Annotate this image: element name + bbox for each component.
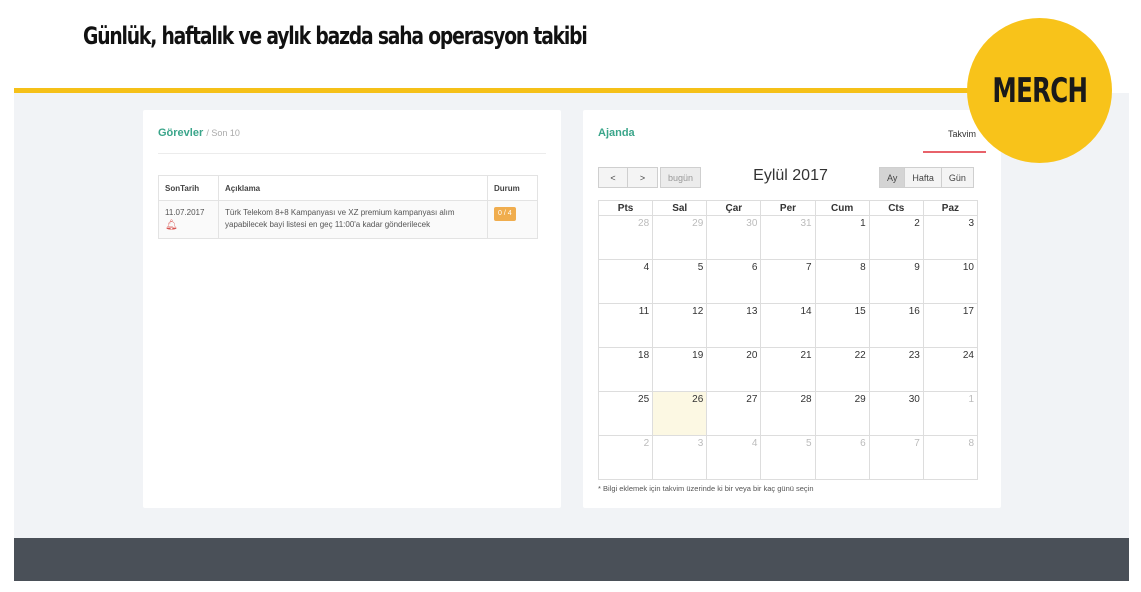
calendar-day-cell[interactable]: 29 (652, 215, 708, 260)
calendar-week-row: 25 26 27 28 29 30 1 (597, 391, 979, 436)
calendar-day-cell[interactable]: 5 (760, 435, 816, 480)
tasks-title: Görevler / Son 10 (158, 127, 240, 139)
calendar-day-cell[interactable]: 27 (706, 391, 762, 436)
weekday-header: Cts (868, 200, 924, 216)
calendar-day-cell[interactable]: 25 (597, 391, 654, 436)
calendar-day-cell[interactable]: 28 (597, 215, 654, 260)
calendar-day-cell[interactable]: 6 (814, 435, 870, 480)
calendar-day-cell[interactable]: 15 (814, 303, 870, 348)
merch-badge: MERCH (967, 18, 1112, 163)
agenda-panel: Ajanda Takvim < > bugün Eylül 2017 Ay Ha… (583, 110, 1001, 508)
month-calendar: Pts Sal Çar Per Cum Cts Paz 28 29 30 31 1 2 3 4 5 6 7 8 9 1… (597, 200, 979, 480)
calendar-hint: * Bilgi eklemek için takvim üzerinde ki … (598, 484, 814, 493)
col-header-date[interactable]: SonTarih (158, 175, 219, 201)
calendar-day-cell[interactable]: 6 (706, 259, 762, 304)
calendar-day-cell[interactable]: 5 (652, 259, 708, 304)
calendar-week-row: 2345678 (597, 435, 979, 480)
weekday-header: Çar (706, 200, 762, 216)
calendar-day-cell[interactable]: 20 (706, 347, 762, 392)
calendar-week-row: 11 12 13 14 15 16 17 (597, 303, 979, 348)
calendar-day-cell[interactable]: 14 (760, 303, 816, 348)
table-row[interactable]: 11.07.2017 🔔︎ Türk Telekom 8+8 Kampanyas… (158, 200, 538, 239)
calendar-day-cell[interactable]: 17 (922, 303, 979, 348)
tasks-divider (158, 153, 546, 154)
weekday-header: Cum (814, 200, 870, 216)
calendar-day-cell[interactable]: 19 (652, 347, 708, 392)
badge-text: MERCH (992, 70, 1088, 111)
calendar-day-cell[interactable]: 26 (652, 391, 708, 436)
calendar-day-cell[interactable]: 29 (814, 391, 870, 436)
bell-icon: 🔔︎ (165, 220, 178, 231)
calendar-month-title: Eylül 2017 (753, 167, 828, 184)
calendar-day-cell[interactable]: 1 (922, 391, 979, 436)
calendar-day-cell[interactable]: 31 (760, 215, 816, 260)
calendar-day-cell[interactable]: 24 (922, 347, 979, 392)
calendar-week-row: 28 29 30 31 1 2 3 (597, 215, 979, 260)
calendar-day-cell[interactable]: 16 (868, 303, 924, 348)
status-badge: 0 / 4 (494, 207, 516, 221)
calendar-day-cell[interactable]: 21 (760, 347, 816, 392)
calendar-day-cell[interactable]: 1 (814, 215, 870, 260)
agenda-title: Ajanda (598, 127, 635, 139)
calendar-nav: < > bugün (598, 167, 702, 188)
calendar-day-cell[interactable]: 9 (868, 259, 924, 304)
view-day-button[interactable]: Gün (941, 167, 974, 188)
calendar-day-cell[interactable]: 30 (868, 391, 924, 436)
calendar-view-switcher: Ay Hafta Gün (879, 167, 974, 188)
calendar-day-cell[interactable]: 23 (868, 347, 924, 392)
calendar-day-cell[interactable]: 2 (868, 215, 924, 260)
calendar-day-cell[interactable]: 10 (922, 259, 979, 304)
task-status-cell: 0 / 4 (487, 200, 538, 239)
calendar-day-cell[interactable]: 30 (706, 215, 762, 260)
weekday-header: Sal (652, 200, 708, 216)
calendar-week-row: 4 5 6 7 8 9 10 (597, 259, 979, 304)
view-week-button[interactable]: Hafta (905, 167, 942, 188)
calendar-day-cell[interactable]: 4 (597, 259, 654, 304)
view-month-button[interactable]: Ay (879, 167, 906, 188)
task-description: Türk Telekom 8+8 Kampanyası ve XZ premiu… (218, 200, 488, 239)
calendar-day-cell[interactable]: 7 (868, 435, 924, 480)
calendar-day-cell[interactable]: 11 (597, 303, 654, 348)
task-date-cell: 11.07.2017 🔔︎ (158, 200, 219, 239)
tasks-subtitle: / Son 10 (206, 128, 240, 138)
task-date: 11.07.2017 (165, 208, 205, 217)
tab-takvim[interactable]: Takvim (948, 129, 976, 139)
calendar-day-cell[interactable]: 18 (597, 347, 654, 392)
prev-month-button[interactable]: < (598, 167, 628, 188)
calendar-day-cell[interactable]: 2 (597, 435, 654, 480)
col-header-description[interactable]: Açıklama (218, 175, 488, 201)
tab-active-indicator (923, 151, 986, 153)
weekday-header: Paz (922, 200, 979, 216)
calendar-day-cell[interactable]: 3 (922, 215, 979, 260)
calendar-week-row: 18 19 20 21 22 23 24 (597, 347, 979, 392)
calendar-day-cell[interactable]: 8 (922, 435, 979, 480)
slide: Günlük, haftalık ve aylık bazda saha ope… (0, 0, 1141, 592)
calendar-day-cell[interactable]: 7 (760, 259, 816, 304)
calendar-day-cell[interactable]: 8 (814, 259, 870, 304)
slide-headline: Günlük, haftalık ve aylık bazda saha ope… (83, 22, 588, 50)
footer-bar (14, 538, 1129, 581)
tasks-panel: Görevler / Son 10 SonTarih Açıklama Duru… (143, 110, 561, 508)
weekday-header: Pts (597, 200, 654, 216)
calendar-day-cell[interactable]: 4 (706, 435, 762, 480)
next-month-button[interactable]: > (628, 167, 658, 188)
calendar-day-cell[interactable]: 12 (652, 303, 708, 348)
calendar-day-cell[interactable]: 28 (760, 391, 816, 436)
tasks-table: SonTarih Açıklama Durum 11.07.2017 🔔︎ Tü… (158, 175, 538, 239)
weekday-header: Per (760, 200, 816, 216)
today-button[interactable]: bugün (660, 167, 702, 188)
col-header-status[interactable]: Durum (487, 175, 538, 201)
calendar-day-cell[interactable]: 13 (706, 303, 762, 348)
calendar-day-cell[interactable]: 3 (652, 435, 708, 480)
calendar-day-cell[interactable]: 22 (814, 347, 870, 392)
tasks-title-text: Görevler (158, 127, 204, 139)
